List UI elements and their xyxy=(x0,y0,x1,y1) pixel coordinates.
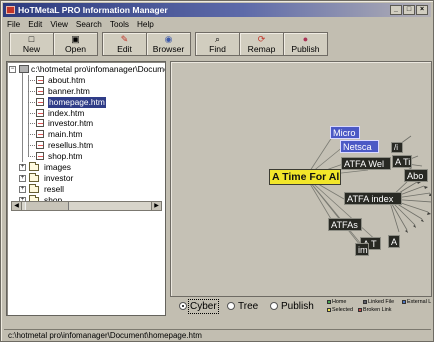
menu-search[interactable]: Search xyxy=(76,18,102,31)
scroll-right-button[interactable]: ▶ xyxy=(151,202,161,210)
application-window: HoTMetaL PRO Information Manager _ □ × F… xyxy=(0,0,434,342)
window-controls: _ □ × xyxy=(390,5,428,15)
drive-icon xyxy=(19,65,29,73)
status-bar: c:\hotmetal pro\infomanager\Document\hom… xyxy=(4,329,431,341)
tree-file-shop[interactable]: shop.htm xyxy=(9,151,165,162)
menu-file[interactable]: File xyxy=(7,18,20,31)
binoculars-icon: ⌕ xyxy=(214,34,221,44)
folder-icon xyxy=(29,162,39,172)
external-link-color-swatch xyxy=(402,299,406,304)
menu-help[interactable]: Help xyxy=(137,18,154,31)
tree-folder-images[interactable]: + images xyxy=(9,162,165,173)
graph-node-im[interactable]: im xyxy=(355,243,369,256)
view-options: Cyber Tree Publish Home Linked File Exte… xyxy=(172,298,432,318)
tree-file-about[interactable]: about.htm xyxy=(9,75,165,86)
scroll-left-button[interactable]: ◀ xyxy=(12,202,22,210)
graph-node-center[interactable]: A Time For All xyxy=(269,169,341,185)
maximize-button[interactable]: □ xyxy=(403,5,415,15)
app-icon xyxy=(6,6,15,14)
legend-external-link: External L xyxy=(402,299,431,305)
cyber-view-panel: Micro Netsca ATFA Wel A Ti /i Abo A Time… xyxy=(170,61,432,297)
selected-color-swatch xyxy=(327,307,331,312)
document-icon xyxy=(36,86,44,95)
remap-button[interactable]: ⟳ Remap xyxy=(239,32,284,56)
graph-node-about[interactable]: Abo xyxy=(404,169,428,182)
folder-icon xyxy=(29,172,39,182)
site-tree-panel: − c:\hotmetal pro\infomanager\Docume abo… xyxy=(6,61,166,316)
new-button[interactable]: □ New xyxy=(9,32,54,56)
legend-linked-file: Linked File xyxy=(363,299,394,305)
tree-file-banner[interactable]: banner.htm xyxy=(9,86,165,97)
radio-icon[interactable] xyxy=(227,302,235,310)
close-button[interactable]: × xyxy=(416,5,428,15)
collapse-icon: − xyxy=(9,66,16,73)
publish-globe-icon: ● xyxy=(302,34,309,44)
expand-icon: + xyxy=(19,185,26,193)
graph-node-netscape[interactable]: Netsca xyxy=(340,140,379,153)
document-icon xyxy=(36,141,44,150)
tree-file-investor[interactable]: investor.htm xyxy=(9,118,165,129)
linked-file-color-swatch xyxy=(363,299,367,304)
document-icon xyxy=(36,97,44,106)
publish-button[interactable]: ● Publish xyxy=(283,32,328,56)
expand-icon: + xyxy=(19,174,26,182)
window-title: HoTMetaL PRO Information Manager xyxy=(18,5,168,15)
scroll-thumb[interactable] xyxy=(25,202,69,210)
edit-button[interactable]: ✎ Edit xyxy=(102,32,147,56)
link-legend: Home Linked File External L Selected Bro… xyxy=(327,299,431,317)
tree-root[interactable]: − c:\hotmetal pro\infomanager\Docume xyxy=(9,64,165,75)
graph-node-atfa-index[interactable]: ATFA index xyxy=(344,192,402,205)
tree-view-option[interactable]: Tree xyxy=(227,302,258,312)
horizontal-scrollbar[interactable]: ◀ ▶ xyxy=(11,201,162,211)
legend-selected: Selected xyxy=(327,307,353,313)
document-icon xyxy=(36,130,44,139)
open-folder-icon: ▣ xyxy=(71,34,80,44)
menu-tools[interactable]: Tools xyxy=(110,18,129,31)
menu-view[interactable]: View xyxy=(50,18,68,31)
graph-node-a-time[interactable]: A Ti xyxy=(392,155,412,168)
globe-icon: ◉ xyxy=(164,34,173,44)
tree-file-index[interactable]: index.htm xyxy=(9,108,165,119)
site-tree[interactable]: − c:\hotmetal pro\infomanager\Docume abo… xyxy=(9,64,165,201)
radio-selected-icon[interactable] xyxy=(179,302,187,310)
legend-home: Home xyxy=(327,299,346,305)
minimize-button[interactable]: _ xyxy=(390,5,402,15)
remap-icon: ⟳ xyxy=(257,34,266,44)
expand-icon: + xyxy=(19,164,26,172)
tree-folder-resell[interactable]: + resell xyxy=(9,183,165,195)
title-bar[interactable]: HoTMetaL PRO Information Manager _ □ × xyxy=(3,3,431,17)
document-icon xyxy=(36,119,44,128)
tree-file-main[interactable]: main.htm xyxy=(9,129,165,140)
main-toolbar: □ New ▣ Open ✎ Edit ◉ Browser ⌕ Find ⟳ Remap ●… xyxy=(9,32,328,56)
new-document-icon: □ xyxy=(28,34,35,44)
selected-file-label: homepage.htm xyxy=(48,96,106,108)
legend-broken-link: Broken Link xyxy=(358,307,391,313)
document-icon xyxy=(36,108,44,117)
browser-button[interactable]: ◉ Browser xyxy=(146,32,191,56)
open-button[interactable]: ▣ Open xyxy=(53,32,98,56)
status-path: c:\hotmetal pro\infomanager\Document\hom… xyxy=(8,331,202,340)
tree-file-resellus[interactable]: resellus.htm xyxy=(9,140,165,151)
graph-node-a[interactable]: A xyxy=(388,235,400,248)
find-button[interactable]: ⌕ Find xyxy=(195,32,240,56)
tree-file-homepage[interactable]: homepage.htm xyxy=(9,96,165,108)
graph-node-atfa-welcome[interactable]: ATFA Wel xyxy=(341,157,391,170)
edit-icon: ✎ xyxy=(120,34,129,44)
folder-icon xyxy=(29,183,39,193)
menu-bar: File Edit View Search Tools Help xyxy=(4,18,431,31)
tree-folder-investor[interactable]: + investor xyxy=(9,172,165,184)
graph-node-slash-i[interactable]: /i xyxy=(391,142,403,153)
graph-node-micro[interactable]: Micro xyxy=(330,126,360,139)
document-icon xyxy=(36,75,44,84)
cyber-view-option[interactable]: Cyber xyxy=(179,299,219,314)
graph-node-atfas[interactable]: ATFAs xyxy=(328,218,362,231)
document-icon xyxy=(36,152,44,161)
home-color-swatch xyxy=(327,299,331,304)
broken-link-color-swatch xyxy=(358,307,362,312)
publish-view-option[interactable]: Publish xyxy=(270,302,314,312)
menu-edit[interactable]: Edit xyxy=(28,18,42,31)
radio-icon[interactable] xyxy=(270,302,278,310)
